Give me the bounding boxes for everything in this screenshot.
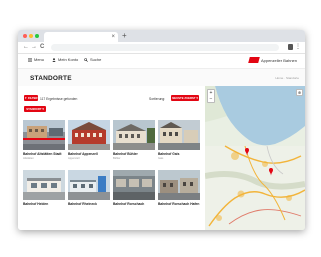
tab-bar: × + <box>18 30 305 42</box>
browser-menu-icon[interactable]: ⋮ <box>295 43 301 52</box>
station-photo <box>23 120 65 150</box>
close-window-button[interactable] <box>23 34 27 38</box>
sort-label: Sortierung: <box>149 97 166 101</box>
station-name: Bahnhof Appenzell <box>68 152 98 156</box>
browser-tab[interactable]: × <box>44 32 118 42</box>
station-photo <box>68 170 110 200</box>
station-name: Bahnhof Rorschach Hafen <box>158 202 200 206</box>
layers-icon[interactable]: ⊕ <box>296 89 303 96</box>
brand-logo-link[interactable]: Appenzeller Bahnen <box>248 57 297 63</box>
station-location: Bühler <box>113 157 121 160</box>
hamburger-icon <box>28 58 32 61</box>
station-location: Appenzell <box>68 157 80 160</box>
search-label: Suche <box>90 57 102 62</box>
address-bar: ← → C ⋮ <box>18 42 305 54</box>
menu-label: Menu <box>34 57 45 62</box>
back-icon[interactable]: ← <box>23 43 29 52</box>
station-card[interactable]: Bahnhof Rheineck <box>68 170 110 207</box>
station-list-panel: ▼ FILTER 117 Ergebnisse gefunden Sortier… <box>18 86 205 230</box>
station-location: Gais <box>158 157 164 160</box>
extension-icon[interactable] <box>288 44 293 50</box>
zoom-out-button[interactable]: − <box>208 96 214 102</box>
brand-name: Appenzeller Bahnen <box>260 57 297 63</box>
station-photo <box>113 170 155 200</box>
new-tab-button[interactable]: + <box>122 31 127 41</box>
account-label: Mein Konto <box>58 57 79 62</box>
location-dropdown[interactable]: STANDORT ▾ <box>24 106 46 112</box>
sort-dropdown[interactable]: NEUSTE ZUERST ▾ <box>171 95 199 101</box>
station-name: Bahnhof Gais <box>158 152 180 156</box>
account-button[interactable]: Mein Konto <box>52 57 78 62</box>
results-count: 117 Ergebnisse gefunden <box>40 97 78 101</box>
map-zoom-control: + − <box>207 89 215 103</box>
station-card[interactable]: Bahnhof Heiden <box>23 170 65 207</box>
user-icon <box>52 57 56 62</box>
tab-close-icon[interactable]: × <box>111 33 115 41</box>
station-photo <box>68 120 110 150</box>
station-photo <box>113 120 155 150</box>
site-header: Menu Mein Konto Suche Appenzeller Bahnen <box>18 54 305 69</box>
minimize-window-button[interactable] <box>29 34 33 38</box>
map-canvas[interactable] <box>205 86 305 230</box>
station-name: Bahnhof Heiden <box>23 202 49 206</box>
reload-icon[interactable]: C <box>40 43 44 52</box>
station-card[interactable]: Bahnhof Rorschach Hafen <box>158 170 200 207</box>
browser-window: × + ← → C ⋮ Menu Mein Konto Suche Appenz… <box>18 30 305 230</box>
station-name: Bahnhof Rheineck <box>68 202 97 206</box>
station-card[interactable]: Bahnhof Appenzell Appenzell <box>68 120 110 160</box>
station-name: Bahnhof Bühler <box>113 152 138 156</box>
search-button[interactable]: Suche <box>84 57 101 62</box>
brand-logo-icon <box>248 57 260 63</box>
station-card[interactable]: Bahnhof Altstätten Stadt Altstätten <box>23 120 65 160</box>
station-photo <box>158 120 200 150</box>
station-photo <box>23 170 65 200</box>
maximize-window-button[interactable] <box>35 34 39 38</box>
filter-button[interactable]: ▼ FILTER <box>24 95 38 101</box>
station-card[interactable]: Bahnhof Bühler Bühler <box>113 120 155 160</box>
breadcrumb[interactable]: Home · Standorte <box>275 76 299 80</box>
station-photo <box>158 170 200 200</box>
station-card[interactable]: Bahnhof Rorschach <box>113 170 155 207</box>
page-title: STANDORTE <box>30 75 72 82</box>
station-location: Altstätten <box>23 157 34 160</box>
search-icon <box>84 57 88 62</box>
url-input[interactable] <box>51 44 279 51</box>
station-card[interactable]: Bahnhof Gais Gais <box>158 120 200 160</box>
station-name: Bahnhof Rorschach <box>113 202 145 206</box>
menu-button[interactable]: Menu <box>28 57 44 62</box>
forward-icon[interactable]: → <box>31 43 37 52</box>
station-map[interactable]: + − ⊕ <box>205 86 305 230</box>
station-name: Bahnhof Altstätten Stadt <box>23 152 62 156</box>
